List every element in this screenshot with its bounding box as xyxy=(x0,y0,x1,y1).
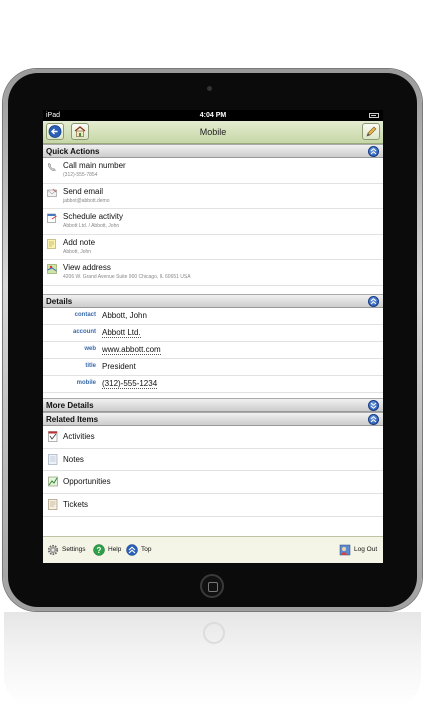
phone-icon xyxy=(48,162,56,172)
reflection-home-button xyxy=(203,622,225,644)
more-details-header[interactable]: More Details xyxy=(43,397,383,412)
device-reflection xyxy=(4,612,421,707)
detail-value: President xyxy=(102,361,136,371)
related-item-notes[interactable]: Notes xyxy=(43,449,383,472)
collapse-icon[interactable] xyxy=(368,146,379,157)
logout-label: Log Out xyxy=(354,546,378,553)
opportunities-icon xyxy=(48,477,58,487)
quick-action-detail: Abbott Ltd. / Abbott, John xyxy=(63,223,120,230)
detail-label: contact xyxy=(74,311,96,318)
web-link[interactable]: www.abbott.com xyxy=(102,345,161,355)
bottom-toolbar: Settings ? Help Top Log Out xyxy=(43,536,383,563)
mobile-link[interactable]: (312)-555-1234 xyxy=(102,379,158,389)
related-item-label: Activities xyxy=(63,431,95,441)
top-toolbar: Mobile xyxy=(43,121,383,144)
collapse-icon[interactable] xyxy=(368,295,379,307)
activities-icon xyxy=(48,431,58,442)
detail-label: title xyxy=(85,362,96,369)
note-icon xyxy=(47,239,56,249)
help-label: Help xyxy=(108,546,122,553)
detail-row-title: title President xyxy=(43,359,383,376)
related-items-list: Activities Notes Opportunities Tickets xyxy=(43,426,383,517)
related-item-label: Notes xyxy=(63,454,84,464)
map-icon xyxy=(47,264,57,275)
quick-action-schedule[interactable]: Schedule activity Abbott Ltd. / Abbott, … xyxy=(43,209,383,235)
app-screen: iPad 4:04 PM Mobile Quick Actions Call m… xyxy=(43,110,383,563)
quick-action-note[interactable]: Add note Abbott, John xyxy=(43,235,383,261)
related-item-label: Opportunities xyxy=(63,477,111,487)
email-icon xyxy=(47,188,57,197)
related-item-opportunities[interactable]: Opportunities xyxy=(43,471,383,495)
quick-action-label: Send email xyxy=(63,186,104,196)
status-bar: iPad 4:04 PM xyxy=(43,110,383,121)
detail-row-account[interactable]: account Abbott Ltd. xyxy=(43,325,383,342)
battery-icon xyxy=(369,113,379,118)
device-home-button[interactable] xyxy=(200,574,224,598)
quick-action-detail: 4206 W. Grand Avenue Suite 900 Chicago, … xyxy=(63,274,191,281)
notes-icon xyxy=(48,453,58,465)
related-items-header[interactable]: Related Items xyxy=(43,411,383,426)
quick-action-detail: jabbot@abbott.demo xyxy=(63,197,110,204)
detail-row-contact: contact Abbott, John xyxy=(43,308,383,325)
quick-action-label: Schedule activity xyxy=(63,212,124,222)
page-title: Mobile xyxy=(199,127,227,137)
account-link[interactable]: Abbott Ltd. xyxy=(102,328,141,338)
svg-text:?: ? xyxy=(97,546,102,555)
details-header[interactable]: Details xyxy=(43,293,383,308)
pencil-icon xyxy=(366,126,377,137)
details-list: contact Abbott, John account Abbott Ltd.… xyxy=(43,308,383,393)
related-item-activities[interactable]: Activities xyxy=(43,426,383,449)
gear-icon xyxy=(47,544,59,556)
detail-label: mobile xyxy=(76,379,96,386)
logout-icon xyxy=(339,544,351,556)
quick-action-label: Call main number xyxy=(63,161,126,170)
clock: 4:04 PM xyxy=(199,112,227,119)
camera-icon xyxy=(207,86,212,91)
detail-row-mobile[interactable]: mobile (312)-555-1234 xyxy=(43,376,383,393)
help-icon: ? xyxy=(93,544,105,556)
scroll-top-icon xyxy=(126,544,138,556)
section-title: Details xyxy=(46,296,73,306)
quick-action-email[interactable]: Send email jabbot@abbott.demo xyxy=(43,184,383,210)
quick-action-detail: (312)-555-7854 xyxy=(63,172,98,178)
collapse-icon[interactable] xyxy=(368,413,379,425)
quick-action-call[interactable]: Call main number (312)-555-7854 xyxy=(43,158,383,184)
section-title: Quick Actions xyxy=(46,147,100,156)
settings-label: Settings xyxy=(62,546,86,553)
quick-action-detail: Abbott, John xyxy=(63,248,92,255)
top-label: Top xyxy=(141,546,152,553)
detail-label: web xyxy=(84,345,96,352)
section-title: More Details xyxy=(46,400,94,410)
quick-action-label: View address xyxy=(63,263,111,273)
tickets-icon xyxy=(48,499,58,510)
related-item-label: Tickets xyxy=(63,500,89,510)
expand-icon[interactable] xyxy=(368,399,379,411)
related-item-tickets[interactable]: Tickets xyxy=(43,494,383,517)
section-title: Related Items xyxy=(46,414,99,424)
detail-value: Abbott, John xyxy=(102,310,147,320)
calendar-icon xyxy=(47,213,57,223)
edit-button[interactable] xyxy=(362,123,380,140)
quick-action-address[interactable]: View address 4206 W. Grand Avenue Suite … xyxy=(43,260,383,286)
quick-actions-list: Call main number (312)-555-7854 Send ema… xyxy=(43,158,383,286)
detail-row-web[interactable]: web www.abbott.com xyxy=(43,342,383,359)
detail-label: account xyxy=(72,328,96,335)
quick-actions-header[interactable]: Quick Actions xyxy=(43,144,383,158)
quick-action-label: Add note xyxy=(63,237,96,247)
